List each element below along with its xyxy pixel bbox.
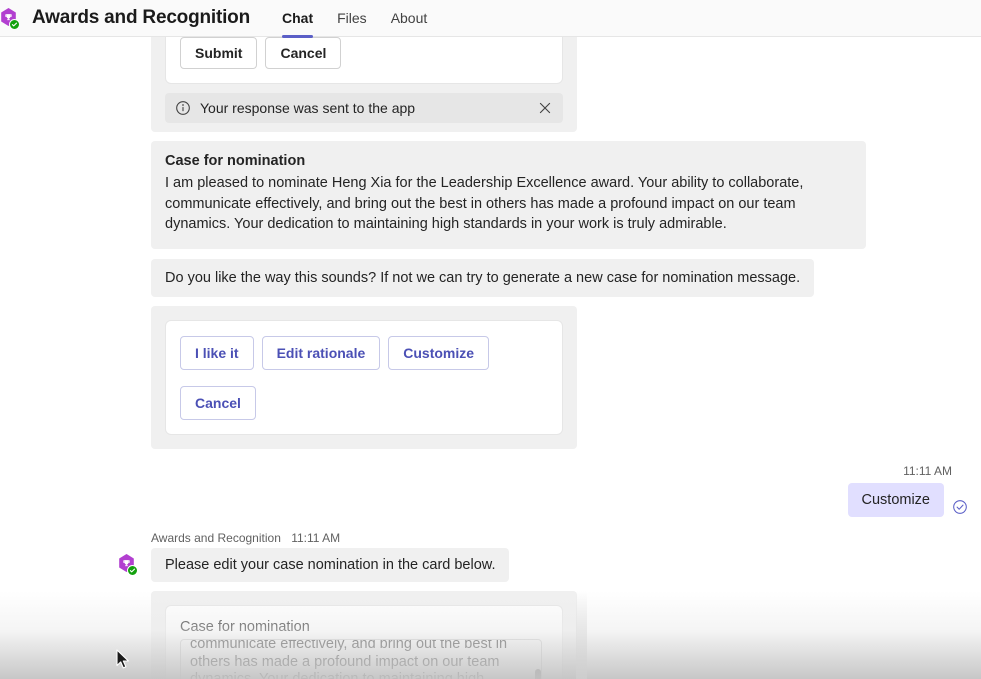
prompt-text: Do you like the way this sounds? If not … bbox=[165, 269, 801, 286]
tab-files[interactable]: Files bbox=[325, 0, 379, 37]
bot-message: Awards and Recognition 11:11 AM Please e… bbox=[0, 531, 981, 582]
textarea-scrollbar[interactable] bbox=[535, 669, 541, 679]
user-message-bubble: Customize bbox=[847, 483, 944, 517]
info-circle-icon bbox=[175, 100, 191, 116]
app-header: Awards and Recognition Chat Files About bbox=[0, 0, 981, 38]
chat-scroll-area[interactable]: Submit Cancel Your response was sent to … bbox=[0, 37, 981, 679]
edit-adaptive-card: Case for nomination Submit Cancel bbox=[0, 591, 981, 679]
tab-bar: Chat Files About bbox=[270, 0, 440, 38]
edit-rationale-button[interactable]: Edit rationale bbox=[261, 336, 381, 370]
previous-card-actions: Submit Cancel bbox=[180, 37, 548, 69]
nomination-summary-body: I am pleased to nominate Heng Xia for th… bbox=[165, 175, 804, 232]
prompt-message: Do you like the way this sounds? If not … bbox=[0, 258, 981, 297]
app-avatar bbox=[0, 7, 22, 30]
available-check-icon bbox=[127, 565, 138, 576]
choice-card-actions: I like it Edit rationale Customize Cance… bbox=[180, 336, 548, 420]
previous-submit-button[interactable]: Submit bbox=[180, 37, 258, 69]
nomination-summary-message: Case for nomination I am pleased to nomi… bbox=[0, 141, 981, 249]
user-message: 11:11 AM Customize bbox=[0, 464, 981, 517]
nomination-summary-bubble: Case for nomination I am pleased to nomi… bbox=[151, 141, 866, 249]
teams-chat-window: Awards and Recognition Chat Files About … bbox=[0, 0, 981, 679]
previous-adaptive-card: Submit Cancel Your response was sent to … bbox=[0, 37, 981, 132]
customize-button[interactable]: Customize bbox=[388, 336, 490, 370]
bot-message-timestamp: 11:11 AM bbox=[291, 531, 341, 545]
page-title: Awards and Recognition bbox=[32, 7, 250, 28]
choice-adaptive-card: I like it Edit rationale Customize Cance… bbox=[0, 306, 981, 449]
previous-response-notice: Your response was sent to the app bbox=[165, 93, 563, 123]
bot-message-meta: Awards and Recognition 11:11 AM bbox=[151, 531, 981, 545]
available-check-icon bbox=[9, 19, 20, 30]
tab-chat[interactable]: Chat bbox=[270, 0, 325, 38]
close-icon[interactable] bbox=[537, 100, 553, 116]
edit-card-bubble: Case for nomination Submit Cancel bbox=[151, 591, 577, 679]
bot-avatar bbox=[118, 553, 140, 576]
prompt-bubble: Do you like the way this sounds? If not … bbox=[151, 258, 815, 297]
bot-sender-name: Awards and Recognition bbox=[151, 531, 281, 545]
user-message-timestamp: 11:11 AM bbox=[903, 464, 952, 478]
bot-message-bubble: Please edit your case nomination in the … bbox=[151, 548, 510, 582]
previous-cancel-button[interactable]: Cancel bbox=[265, 37, 342, 69]
i-like-it-button[interactable]: I like it bbox=[180, 336, 254, 370]
case-for-nomination-input[interactable] bbox=[180, 639, 542, 679]
previous-notice-text: Your response was sent to the app bbox=[200, 100, 416, 116]
cancel-choice-button[interactable]: Cancel bbox=[180, 386, 256, 420]
nomination-summary-title: Case for nomination bbox=[165, 153, 306, 169]
sent-check-icon bbox=[952, 499, 968, 515]
edit-card-label: Case for nomination bbox=[180, 619, 310, 635]
tab-about[interactable]: About bbox=[379, 0, 440, 37]
choice-card-bubble: I like it Edit rationale Customize Cance… bbox=[151, 306, 577, 449]
previous-card-bubble: Submit Cancel Your response was sent to … bbox=[151, 37, 577, 132]
